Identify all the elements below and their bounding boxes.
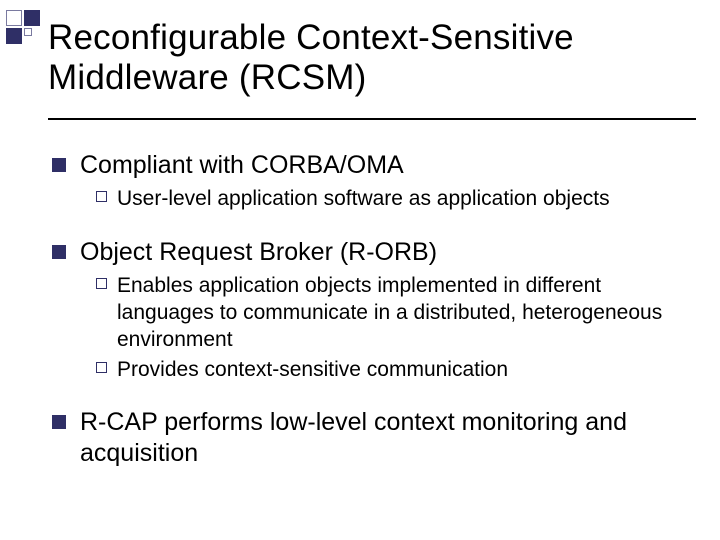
corner-decoration <box>6 10 44 42</box>
hollow-square-icon <box>96 191 107 202</box>
bullet-level2: Provides context-sensitive communication <box>96 356 690 383</box>
title-underline <box>48 118 696 120</box>
sublist: User-level application software as appli… <box>96 185 690 212</box>
square-bullet-icon <box>52 245 66 259</box>
deco-square-small <box>24 28 32 36</box>
square-bullet-icon <box>52 415 66 429</box>
bullet-text: Compliant with CORBA/OMA <box>80 150 690 181</box>
slide-body: Compliant with CORBA/OMA User-level appl… <box>52 140 690 469</box>
subbullet-text: User-level application software as appli… <box>117 185 690 212</box>
bullet-text: R-CAP performs low-level context monitor… <box>80 407 690 470</box>
deco-square-dark <box>24 10 40 26</box>
bullet-level1: Compliant with CORBA/OMA <box>52 150 690 181</box>
hollow-square-icon <box>96 362 107 373</box>
hollow-square-icon <box>96 278 107 289</box>
subbullet-text: Provides context-sensitive communication <box>117 356 690 383</box>
bullet-level2: User-level application software as appli… <box>96 185 690 212</box>
subbullet-text: Enables application objects implemented … <box>117 272 690 354</box>
deco-square-dark <box>6 28 22 44</box>
sublist: Enables application objects implemented … <box>96 272 690 383</box>
slide-title: Reconfigurable Context-Sensitive Middlew… <box>48 18 700 99</box>
slide: Reconfigurable Context-Sensitive Middlew… <box>0 0 720 540</box>
square-bullet-icon <box>52 158 66 172</box>
bullet-level1: R-CAP performs low-level context monitor… <box>52 407 690 470</box>
deco-square <box>6 10 22 26</box>
bullet-text: Object Request Broker (R-ORB) <box>80 237 690 268</box>
bullet-level1: Object Request Broker (R-ORB) <box>52 237 690 268</box>
bullet-level2: Enables application objects implemented … <box>96 272 690 354</box>
